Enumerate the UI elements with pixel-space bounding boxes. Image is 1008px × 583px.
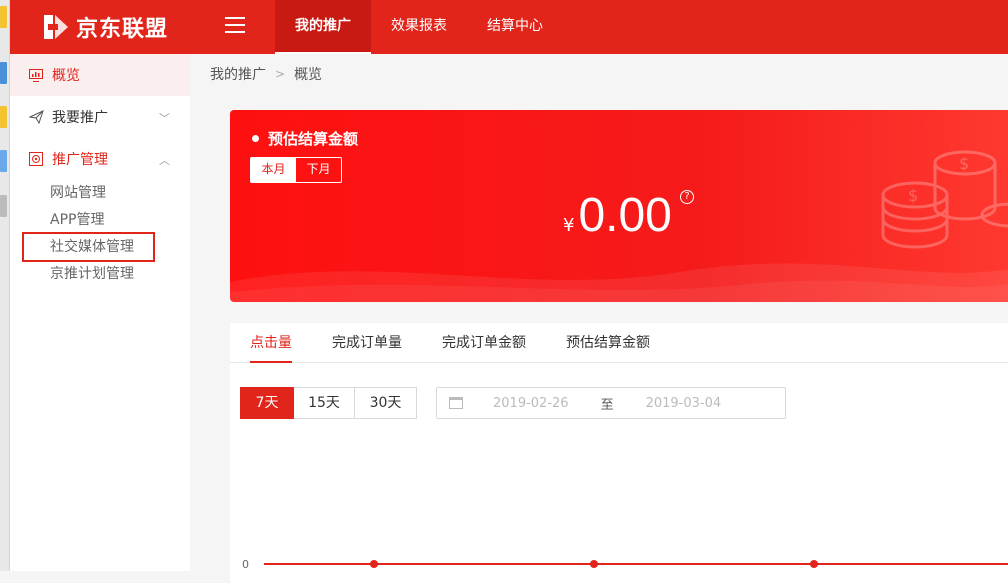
svg-text:$: $ bbox=[959, 154, 969, 173]
start-date[interactable]: 2019-02-26 bbox=[493, 396, 569, 411]
tab-clicks[interactable]: 点击量 bbox=[250, 323, 292, 363]
sidebar: 概览 我要推广 ﹀ 推广管理 ︿ 网站管理 APP管理 社交媒体管理 京推计划管… bbox=[10, 54, 190, 571]
metrics-panel: 点击量 完成订单量 完成订单金额 预估结算金额 7天 15天 30天 2019-… bbox=[230, 323, 1008, 583]
breadcrumb: 我的推广 > 概览 bbox=[210, 64, 322, 84]
sidebar-item-label: 概览 bbox=[52, 68, 80, 84]
nav-settlement-center[interactable]: 结算中心 bbox=[467, 0, 563, 54]
data-point[interactable] bbox=[810, 560, 818, 568]
this-month-button[interactable]: 本月 bbox=[251, 158, 296, 182]
app-icon bbox=[0, 150, 7, 172]
target-icon bbox=[28, 151, 44, 167]
tab-completed-orders[interactable]: 完成订单量 bbox=[332, 323, 402, 363]
coins-icon: $ $ bbox=[881, 150, 1008, 249]
breadcrumb-current: 概览 bbox=[294, 67, 323, 83]
brand-name: 京东联盟 bbox=[76, 17, 169, 42]
sidebar-item-overview[interactable]: 概览 bbox=[10, 54, 190, 96]
tab-completed-order-amount[interactable]: 完成订单金额 bbox=[442, 323, 526, 363]
jd-union-logo[interactable]: 京东联盟 bbox=[40, 9, 168, 45]
amount-value: 0.00 bbox=[578, 189, 672, 242]
folder-icon bbox=[0, 106, 7, 128]
month-toggle: 本月 下月 bbox=[250, 157, 342, 183]
menu-toggle-icon[interactable] bbox=[225, 17, 245, 35]
sidebar-subitem-social-media[interactable]: 社交媒体管理 bbox=[10, 232, 190, 262]
clicks-line-chart: 0 bbox=[242, 558, 1008, 571]
chevron-right-icon: > bbox=[275, 67, 286, 81]
app-icon bbox=[0, 62, 7, 84]
range-15-days-button[interactable]: 15天 bbox=[294, 387, 355, 419]
folder-icon bbox=[0, 6, 7, 28]
calendar-icon bbox=[449, 397, 463, 409]
sidebar-subitem-jingtui-plan[interactable]: 京推计划管理 bbox=[10, 261, 190, 288]
sidebar-subitem-website[interactable]: 网站管理 bbox=[10, 180, 190, 207]
card-title: 预估结算金额 bbox=[252, 128, 358, 149]
date-separator: 至 bbox=[600, 397, 614, 413]
end-date[interactable]: 2019-03-04 bbox=[646, 396, 722, 411]
date-range-picker[interactable]: 2019-02-26 至 2019-03-04 bbox=[436, 387, 786, 419]
card-title-text: 预估结算金额 bbox=[268, 130, 359, 148]
range-selector: 7天 15天 30天 bbox=[240, 387, 417, 419]
currency-symbol: ¥ bbox=[563, 215, 575, 236]
jd-logo-icon bbox=[40, 12, 72, 42]
data-point[interactable] bbox=[370, 560, 378, 568]
y-tick-label: 0 bbox=[242, 558, 249, 571]
sidebar-subitem-app[interactable]: APP管理 bbox=[10, 207, 190, 234]
desktop-edge-strip bbox=[0, 0, 10, 571]
sidebar-item-label: 推广管理 bbox=[52, 152, 108, 168]
svg-text:$: $ bbox=[908, 186, 918, 205]
data-point[interactable] bbox=[590, 560, 598, 568]
sidebar-item-label: 我要推广 bbox=[52, 110, 108, 126]
monitor-chart-icon bbox=[28, 67, 44, 83]
top-header: 京东联盟 我的推广 效果报表 结算中心 bbox=[10, 0, 1008, 54]
tab-estimated-settlement[interactable]: 预估结算金额 bbox=[566, 323, 650, 363]
settlement-card: $ $ 预估结算金额 本月 下月 ¥ 0.00 ? bbox=[230, 110, 1008, 302]
range-30-days-button[interactable]: 30天 bbox=[355, 387, 417, 419]
question-circle-icon[interactable]: ? bbox=[680, 190, 694, 204]
breadcrumb-root[interactable]: 我的推广 bbox=[210, 64, 266, 84]
chevron-up-icon: ︿ bbox=[159, 154, 170, 167]
chevron-down-icon: ﹀ bbox=[159, 112, 170, 125]
sidebar-item-promote[interactable]: 我要推广 ﹀ bbox=[10, 96, 190, 138]
bullet-dot bbox=[252, 135, 259, 142]
nav-effect-report[interactable]: 效果报表 bbox=[371, 0, 467, 54]
sidebar-item-promotion-management[interactable]: 推广管理 ︿ bbox=[10, 138, 190, 180]
metrics-tabs: 点击量 完成订单量 完成订单金额 预估结算金额 bbox=[230, 323, 1008, 363]
file-icon bbox=[0, 195, 7, 217]
range-7-days-button[interactable]: 7天 bbox=[240, 387, 294, 419]
settlement-amount: ¥ 0.00 ? bbox=[563, 188, 694, 243]
nav-my-promotion[interactable]: 我的推广 bbox=[275, 0, 371, 54]
paper-plane-icon bbox=[28, 109, 44, 125]
sidebar-subitem-label: 社交媒体管理 bbox=[50, 239, 134, 255]
top-navigation: 我的推广 效果报表 结算中心 bbox=[275, 0, 563, 54]
next-month-button[interactable]: 下月 bbox=[296, 158, 341, 182]
